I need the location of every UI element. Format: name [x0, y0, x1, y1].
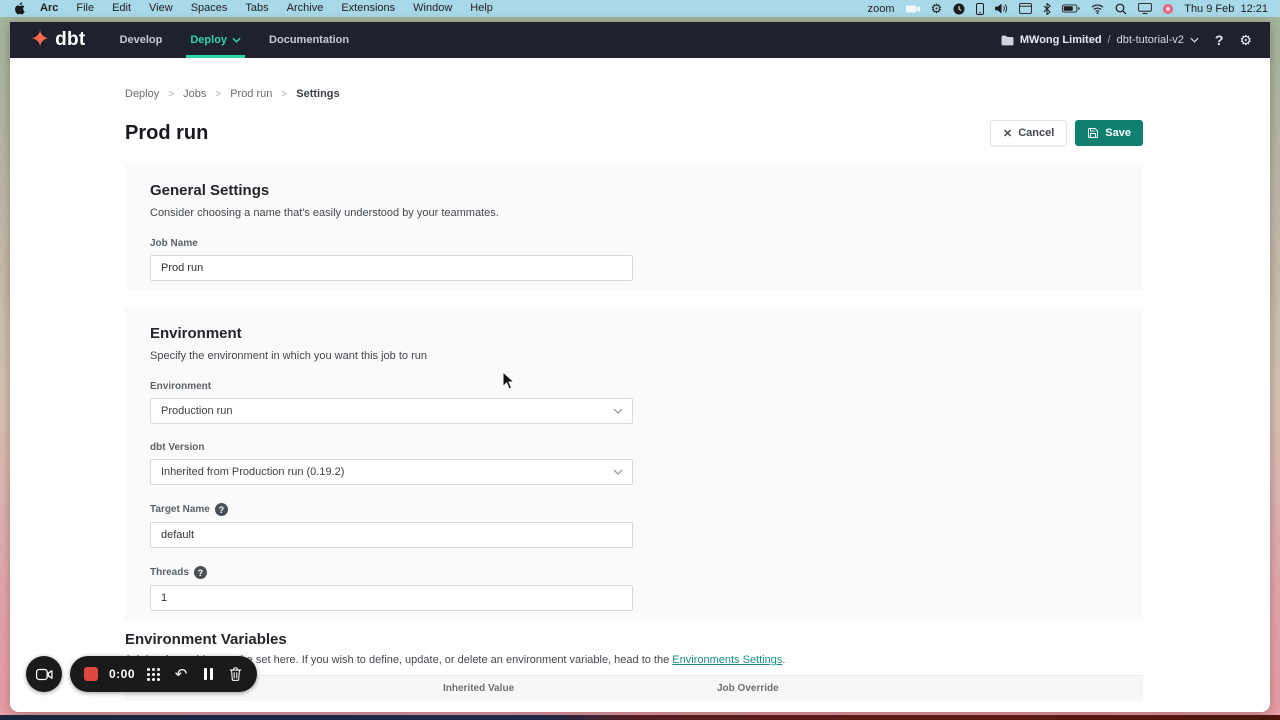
help-icon[interactable]: ?: [1211, 32, 1228, 48]
environment-select[interactable]: Production run: [150, 398, 633, 424]
target-name-label: Target Name: [150, 504, 210, 515]
dbt-brand-text: dbt: [55, 29, 85, 51]
macos-menubar: Arc File Edit View Spaces Tabs Archive E…: [0, 0, 1280, 17]
account-project-selector[interactable]: MWong Limited / dbt-tutorial-v2: [1001, 34, 1199, 46]
breadcrumb-separator: >: [281, 89, 287, 100]
bluetooth-icon[interactable]: [1043, 2, 1051, 15]
target-name-input[interactable]: [150, 522, 633, 548]
menubar-item-arc[interactable]: Arc: [31, 0, 67, 17]
screen-recorder-toolbar: 0:00 ↶: [26, 656, 257, 692]
nav-item-documentation[interactable]: Documentation: [255, 22, 363, 58]
breadcrumb-jobs[interactable]: Jobs: [183, 88, 206, 100]
folder-icon: [1001, 35, 1014, 46]
camera-toggle-button[interactable]: [26, 656, 62, 692]
zoom-menu-label[interactable]: zoom: [868, 3, 895, 15]
clock-icon[interactable]: [953, 2, 965, 15]
search-icon[interactable]: [1115, 2, 1127, 15]
menubar-item-extensions[interactable]: Extensions: [332, 0, 404, 17]
nav-item-develop[interactable]: Develop: [106, 22, 177, 58]
breadcrumb: Deploy > Jobs > Prod run > Settings: [125, 58, 1143, 100]
stop-record-button[interactable]: [84, 667, 98, 681]
pause-icon[interactable]: [200, 666, 216, 682]
job-name-input[interactable]: [150, 255, 633, 281]
chevron-down-icon: [613, 469, 623, 475]
account-separator: /: [1108, 34, 1111, 46]
environment-variables-description: Job level overrides can be set here. If …: [125, 654, 1143, 666]
menubar-item-view[interactable]: View: [140, 0, 182, 17]
recording-indicator-icon[interactable]: [1163, 4, 1173, 14]
volume-icon[interactable]: [995, 2, 1008, 15]
general-settings-subtitle: Consider choosing a name that's easily u…: [150, 207, 1118, 219]
video-camera-icon: [36, 668, 53, 681]
save-icon: [1087, 127, 1099, 139]
menubar-item-archive[interactable]: Archive: [278, 0, 333, 17]
breadcrumb-prod-run[interactable]: Prod run: [230, 88, 272, 100]
page-content: Deploy > Jobs > Prod run > Settings Prod…: [10, 58, 1270, 712]
menubar-item-tabs[interactable]: Tabs: [236, 0, 277, 17]
browser-window: ✦ dbt Develop Deploy Documentation MWong…: [10, 22, 1270, 712]
breadcrumb-separator: >: [168, 89, 174, 100]
cancel-button[interactable]: ✕ Cancel: [990, 120, 1067, 146]
desktop-wallpaper-strip: [0, 715, 1280, 720]
table-row: [125, 701, 1143, 712]
menubar-item-edit[interactable]: Edit: [103, 0, 140, 17]
job-name-label: Job Name: [150, 238, 1118, 249]
window-icon[interactable]: [1019, 2, 1032, 15]
chevron-down-icon: [1190, 37, 1199, 43]
breadcrumb-settings: Settings: [296, 88, 339, 100]
nav-item-deploy[interactable]: Deploy: [176, 22, 255, 58]
apple-menu[interactable]: [12, 2, 31, 15]
threads-help-icon[interactable]: ?: [194, 566, 207, 579]
environment-variables-title: Environment Variables: [125, 631, 1143, 648]
general-settings-title: General Settings: [150, 182, 1118, 199]
target-name-help-icon[interactable]: ?: [215, 503, 228, 516]
threads-input[interactable]: [150, 585, 633, 611]
dbt-navbar: ✦ dbt Develop Deploy Documentation MWong…: [10, 22, 1270, 58]
environments-settings-link[interactable]: Environments Settings: [672, 654, 782, 666]
trash-icon[interactable]: [227, 666, 243, 682]
menubar-item-spaces[interactable]: Spaces: [182, 0, 237, 17]
environment-title: Environment: [150, 325, 1118, 342]
page-title: Prod run: [125, 122, 208, 145]
display-icon[interactable]: [1138, 2, 1152, 15]
environment-variables-section: Environment Variables Job level override…: [125, 631, 1143, 712]
menubar-item-window[interactable]: Window: [404, 0, 461, 17]
dbt-logo[interactable]: ✦ dbt: [30, 29, 86, 51]
environment-label: Environment: [150, 381, 1118, 392]
account-name: MWong Limited: [1020, 34, 1102, 46]
close-icon: ✕: [1003, 127, 1012, 140]
column-job-override: Job Override: [717, 683, 779, 694]
save-button[interactable]: Save: [1075, 120, 1143, 146]
dbt-version-select[interactable]: Inherited from Production run (0.19.2): [150, 459, 633, 485]
column-inherited-value: Inherited Value: [443, 683, 717, 694]
recorder-control-pill: 0:00 ↶: [70, 656, 257, 692]
breadcrumb-separator: >: [215, 89, 221, 100]
menubar-item-file[interactable]: File: [67, 0, 103, 17]
apple-icon: [14, 2, 25, 15]
project-name: dbt-tutorial-v2: [1117, 34, 1184, 46]
device-icon[interactable]: [976, 2, 984, 15]
menubar-item-help[interactable]: Help: [461, 0, 502, 17]
battery-icon[interactable]: [1062, 2, 1080, 15]
camera-icon[interactable]: [906, 2, 920, 15]
threads-label: Threads: [150, 567, 189, 578]
breadcrumb-deploy[interactable]: Deploy: [125, 88, 159, 100]
general-settings-section: General Settings Consider choosing a nam…: [125, 165, 1143, 290]
environment-section: Environment Specify the environment in w…: [125, 308, 1143, 620]
recording-timer: 0:00: [109, 667, 135, 681]
chevron-down-icon: [232, 37, 241, 43]
restart-icon[interactable]: ↶: [173, 666, 189, 682]
drag-handle-icon[interactable]: [146, 666, 162, 682]
menubar-clock[interactable]: Thu 9 Feb 12:21: [1184, 3, 1268, 15]
environment-subtitle: Specify the environment in which you wan…: [150, 350, 1118, 362]
dbt-version-label: dbt Version: [150, 442, 1118, 453]
gear-icon[interactable]: ⚙: [931, 2, 943, 15]
settings-gear-icon[interactable]: ⚙: [1239, 32, 1252, 49]
dbt-star-icon: ✦: [30, 29, 50, 51]
wifi-icon[interactable]: [1091, 2, 1104, 15]
variables-table-header: Inherited Value Job Override: [125, 675, 1143, 701]
chevron-down-icon: [613, 408, 623, 414]
